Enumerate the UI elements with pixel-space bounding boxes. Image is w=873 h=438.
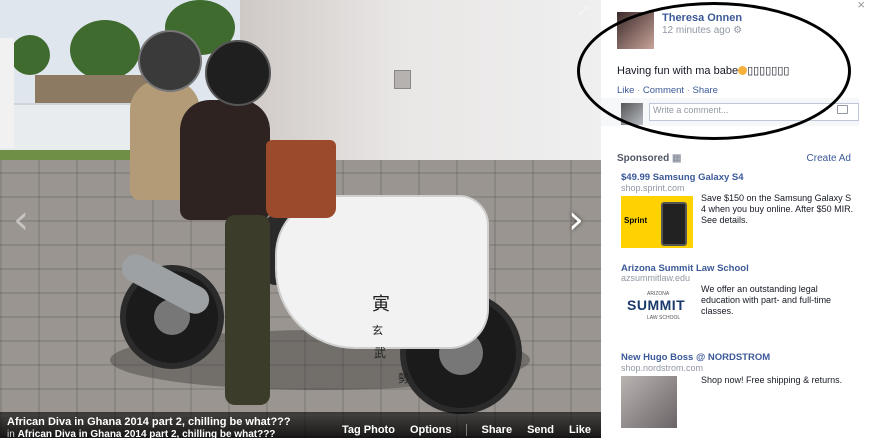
- ad-image[interactable]: ARIZONA SUMMIT LAW SCHOOL: [621, 287, 693, 327]
- send-button[interactable]: Send: [527, 424, 554, 436]
- ad-body: We offer an outstanding legal education …: [701, 284, 832, 316]
- ad-body: Save $150 on the Samsung Galaxy S 4 when…: [701, 193, 854, 225]
- create-ad-link[interactable]: Create Ad: [807, 153, 851, 164]
- fairing-kanji: 勢: [398, 372, 409, 385]
- share-button[interactable]: Share: [482, 424, 513, 436]
- close-icon[interactable]: ×: [857, 0, 865, 12]
- tree: [10, 35, 50, 75]
- highlight-ellipse: [577, 2, 851, 140]
- handbag: [266, 140, 336, 218]
- summit-logo: SUMMIT: [627, 297, 686, 313]
- photo-caption-title: African Diva in Ghana 2014 part 2, chill…: [7, 416, 291, 428]
- passenger-helmet: [138, 30, 202, 92]
- options-button[interactable]: Options: [410, 424, 452, 436]
- rider-helmet: [205, 40, 271, 106]
- fence: [0, 103, 150, 155]
- ad-body: Shop now! Free shipping & returns.: [701, 375, 843, 385]
- next-photo-arrow-icon[interactable]: ›: [559, 195, 593, 245]
- fairing-kanji: 寅: [372, 294, 390, 315]
- phone-image: [661, 202, 687, 246]
- ad-url: azsummitlaw.edu: [621, 273, 691, 283]
- ad-image[interactable]: Sprint: [621, 196, 693, 248]
- fairing-kanji: 玄: [372, 324, 383, 337]
- fairing-kanji: 武: [374, 346, 387, 360]
- gate-post: [0, 38, 14, 148]
- summit-logo-bottom: LAW SCHOOL: [647, 315, 681, 321]
- photo-caption-bar: African Diva in Ghana 2014 part 2, chill…: [0, 412, 601, 438]
- ad-url: shop.nordstrom.com: [621, 363, 704, 373]
- sponsored-icon: ▦: [672, 153, 682, 164]
- like-button[interactable]: Like: [569, 424, 591, 436]
- sponsored-heading: Sponsored ▦: [617, 153, 681, 164]
- previous-photo-arrow-icon[interactable]: ‹: [4, 195, 38, 245]
- wall-outlet: [394, 70, 411, 89]
- divider: [465, 424, 467, 436]
- fullscreen-expand-icon[interactable]: ⤢: [579, 5, 588, 18]
- camera-icon[interactable]: [837, 105, 848, 114]
- album-link[interactable]: African Diva in Ghana 2014 part 2, chill…: [18, 429, 276, 438]
- rider: [180, 100, 270, 220]
- sponsored-label: Sponsored: [617, 153, 670, 164]
- ad-url: shop.sprint.com: [621, 183, 685, 193]
- photo-viewer[interactable]: 寅 玄 武 勢 ‹ › ⤢ African Diva in Ghana 2014…: [0, 0, 601, 438]
- photo-album-line: in African Diva in Ghana 2014 part 2, ch…: [7, 429, 275, 438]
- ad-title[interactable]: $49.99 Samsung Galaxy S4: [621, 172, 744, 183]
- ad-title[interactable]: New Hugo Boss @ NORDSTROM: [621, 352, 770, 363]
- sprint-logo: Sprint: [624, 216, 648, 225]
- album-in-prefix: in: [7, 429, 15, 438]
- rider-legs: [225, 215, 270, 405]
- photo-actions: Tag Photo Options Share Send Like: [327, 424, 591, 436]
- tree: [70, 20, 140, 80]
- tag-photo-button[interactable]: Tag Photo: [342, 424, 395, 436]
- ad-image[interactable]: [621, 376, 677, 428]
